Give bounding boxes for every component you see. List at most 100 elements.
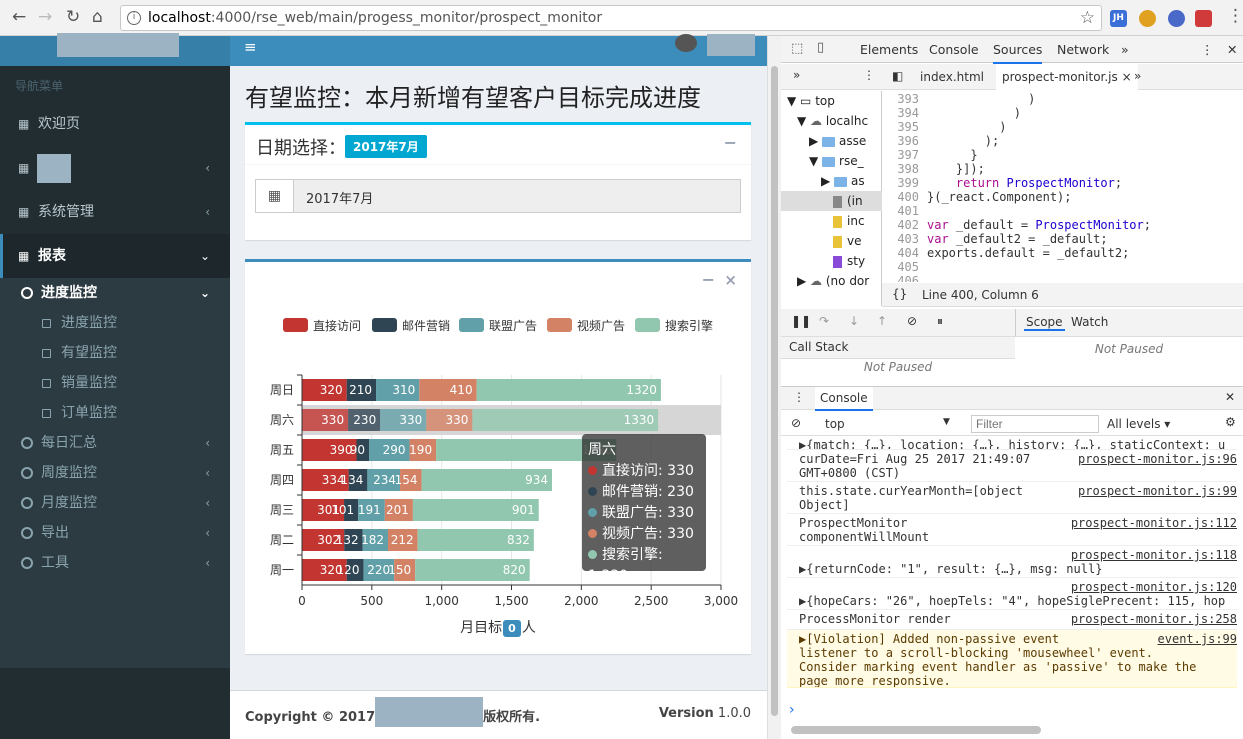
sidebar-leaf-prospect[interactable]: 有望监控 bbox=[0, 338, 230, 368]
devtools-menu-icon[interactable]: ⋮ bbox=[1201, 42, 1214, 57]
pretty-print-icon[interactable]: {} bbox=[892, 287, 907, 301]
file-tab-index[interactable]: index.html bbox=[920, 70, 984, 84]
calendar-icon[interactable]: ▦ bbox=[256, 180, 294, 212]
line-number[interactable]: 398 bbox=[889, 162, 919, 176]
sidebar-item-welcome[interactable]: ▦ 欢迎页 bbox=[0, 102, 230, 146]
pause-icon[interactable]: ❚❚ bbox=[791, 314, 811, 328]
code-editor[interactable]: 393 ) 394 ) 395 ) 396 ); 397 } 398 }]); 399 re… bbox=[889, 92, 1239, 282]
collapse-icon[interactable]: − bbox=[724, 133, 737, 152]
file-tree-item[interactable]: ▼ ▭ top bbox=[781, 91, 882, 111]
extension-icon[interactable] bbox=[1168, 10, 1185, 27]
line-number[interactable]: 400 bbox=[889, 190, 919, 204]
step-over-icon[interactable]: ↷ bbox=[819, 314, 829, 328]
line-number[interactable]: 399 bbox=[889, 176, 919, 190]
extension-icon[interactable] bbox=[1195, 10, 1212, 27]
more-files-icon[interactable]: » bbox=[1134, 69, 1141, 83]
console-message[interactable]: this.state.curYearMonth=[object Object] p… bbox=[787, 482, 1237, 514]
scrollbar-thumb[interactable] bbox=[771, 66, 778, 716]
line-number[interactable]: 393 bbox=[889, 92, 919, 106]
sidebar-sub-tools[interactable]: 工具 ‹ bbox=[0, 548, 230, 578]
file-tree-item[interactable]: ▶ ☁ (no dor bbox=[781, 271, 882, 291]
sidebar-item-reports[interactable]: ▦ 报表 ⌄ bbox=[0, 234, 230, 278]
source-link[interactable]: event.js:99 bbox=[1158, 632, 1237, 646]
line-number[interactable]: 401 bbox=[889, 204, 919, 218]
hamburger-menu-icon[interactable]: ≡ bbox=[244, 38, 257, 56]
sidebar-sub-monthly[interactable]: 月度监控 ‹ bbox=[0, 488, 230, 518]
inspect-icon[interactable]: ⬚ bbox=[791, 41, 803, 56]
extension-icon[interactable] bbox=[1139, 10, 1156, 27]
console-message[interactable]: curDate=Fri Aug 25 2017 21:49:07 GMT+080… bbox=[787, 450, 1237, 482]
source-link[interactable]: prospect-monitor.js:112 bbox=[1071, 516, 1237, 530]
date-picker[interactable]: ▦ 2017年7月 bbox=[255, 179, 741, 213]
line-number[interactable]: 404 bbox=[889, 246, 919, 260]
console-message[interactable]: ProspectMonitor componentWillMount prospe… bbox=[787, 514, 1237, 546]
back-icon[interactable]: ← bbox=[12, 8, 26, 26]
console-message[interactable]: ▶{hopeCars: "26", hoepTels: "4", hopeSig… bbox=[787, 578, 1237, 610]
file-tree-item[interactable]: ve bbox=[781, 231, 882, 251]
file-tree-item[interactable]: ▶ as bbox=[781, 171, 882, 191]
more-icon[interactable]: » bbox=[793, 68, 800, 82]
bookmark-star-icon[interactable]: ☆ bbox=[1080, 8, 1095, 28]
user-name[interactable] bbox=[707, 34, 755, 56]
page-scrollbar[interactable] bbox=[767, 36, 781, 739]
sidebar-sub-daily[interactable]: 每日汇总 ‹ bbox=[0, 428, 230, 458]
line-number[interactable]: 405 bbox=[889, 260, 919, 274]
log-levels-select[interactable]: All levels ▾ bbox=[1107, 417, 1170, 431]
tab-network[interactable]: Network bbox=[1057, 42, 1109, 57]
line-number[interactable]: 395 bbox=[889, 120, 919, 134]
sidebar-sub-weekly[interactable]: 周度监控 ‹ bbox=[0, 458, 230, 488]
source-link[interactable]: prospect-monitor.js:258 bbox=[1071, 612, 1237, 626]
file-tree-item[interactable]: ▼ rse_ bbox=[781, 151, 882, 171]
sidebar-leaf-progress[interactable]: 进度监控 bbox=[0, 308, 230, 338]
tab-elements[interactable]: Elements bbox=[860, 42, 918, 57]
line-number[interactable]: 403 bbox=[889, 232, 919, 246]
drawer-tab-console[interactable]: Console bbox=[815, 387, 873, 411]
close-devtools-icon[interactable]: ✕ bbox=[1227, 42, 1237, 57]
kebab-icon[interactable]: ⋮ bbox=[863, 68, 875, 82]
console-message[interactable]: ▶{match: {…}, location: {…}, history: {…… bbox=[787, 436, 1237, 450]
call-stack-header[interactable]: Call Stack bbox=[781, 337, 1015, 359]
sidebar-leaf-sales[interactable]: 销量监控 bbox=[0, 368, 230, 398]
sidebar-sub-progress[interactable]: 进度监控 ⌄ bbox=[0, 278, 230, 308]
device-toolbar-icon[interactable]: ▯ bbox=[817, 40, 824, 55]
extension-jh-icon[interactable]: JH bbox=[1110, 10, 1127, 27]
clear-console-icon[interactable]: ⊘ bbox=[791, 416, 801, 430]
drawer-menu-icon[interactable]: ⋮ bbox=[793, 390, 805, 404]
file-tree-item[interactable]: sty bbox=[781, 251, 882, 271]
file-tree-item[interactable]: ▼ ☁ localhc bbox=[781, 111, 882, 131]
console-settings-icon[interactable]: ⚙ bbox=[1225, 415, 1236, 429]
tab-watch[interactable]: Watch bbox=[1071, 315, 1108, 329]
reload-icon[interactable]: ↻ bbox=[66, 8, 80, 26]
file-tree-item[interactable]: (in bbox=[781, 191, 882, 211]
line-number[interactable]: 394 bbox=[889, 106, 919, 120]
source-link[interactable]: prospect-monitor.js:120 bbox=[1071, 580, 1237, 594]
console-message[interactable]: ProcessMonitor render prospect-monitor.js… bbox=[787, 610, 1237, 630]
console-prompt-icon[interactable]: › bbox=[789, 702, 795, 718]
info-icon[interactable]: i bbox=[127, 11, 141, 25]
tab-sources[interactable]: Sources bbox=[993, 42, 1043, 64]
sidebar-leaf-orders[interactable]: 订单监控 bbox=[0, 398, 230, 428]
context-select[interactable]: top bbox=[825, 417, 845, 431]
console-message[interactable]: ▶{returnCode: "1", result: {…}, msg: nul… bbox=[787, 546, 1237, 578]
more-tabs-icon[interactable]: » bbox=[1121, 42, 1129, 57]
close-drawer-icon[interactable]: ✕ bbox=[1225, 390, 1235, 404]
avatar[interactable] bbox=[675, 34, 697, 52]
console-filter-input[interactable] bbox=[971, 415, 1099, 433]
step-out-icon[interactable]: ↑ bbox=[877, 314, 887, 328]
address-bar[interactable]: i localhost:4000/rse_web/main/progess_mo… bbox=[120, 5, 1102, 31]
line-number[interactable]: 396 bbox=[889, 134, 919, 148]
sidebar-item-system[interactable]: ▦ 系统管理 ‹ bbox=[0, 190, 230, 234]
file-tree-item[interactable]: inc bbox=[781, 211, 882, 231]
source-link[interactable]: prospect-monitor.js:99 bbox=[1078, 484, 1237, 498]
pause-on-exceptions-icon[interactable]: ⏸ bbox=[937, 314, 943, 329]
line-number[interactable]: 397 bbox=[889, 148, 919, 162]
source-link[interactable]: prospect-monitor.js:96 bbox=[1078, 452, 1237, 466]
line-number[interactable]: 406 bbox=[889, 274, 919, 282]
file-tab-prospect[interactable]: prospect-monitor.js × bbox=[996, 64, 1138, 90]
line-number[interactable]: 402 bbox=[889, 218, 919, 232]
sidebar-item-hidden[interactable]: ▦ ‹ bbox=[0, 146, 230, 190]
tab-console[interactable]: Console bbox=[929, 42, 979, 57]
tab-scope[interactable]: Scope bbox=[1024, 315, 1065, 331]
console-warning[interactable]: ▶[Violation] Added non-passive event lis… bbox=[787, 630, 1237, 688]
deactivate-breakpoints-icon[interactable]: ⊘ bbox=[907, 314, 917, 328]
